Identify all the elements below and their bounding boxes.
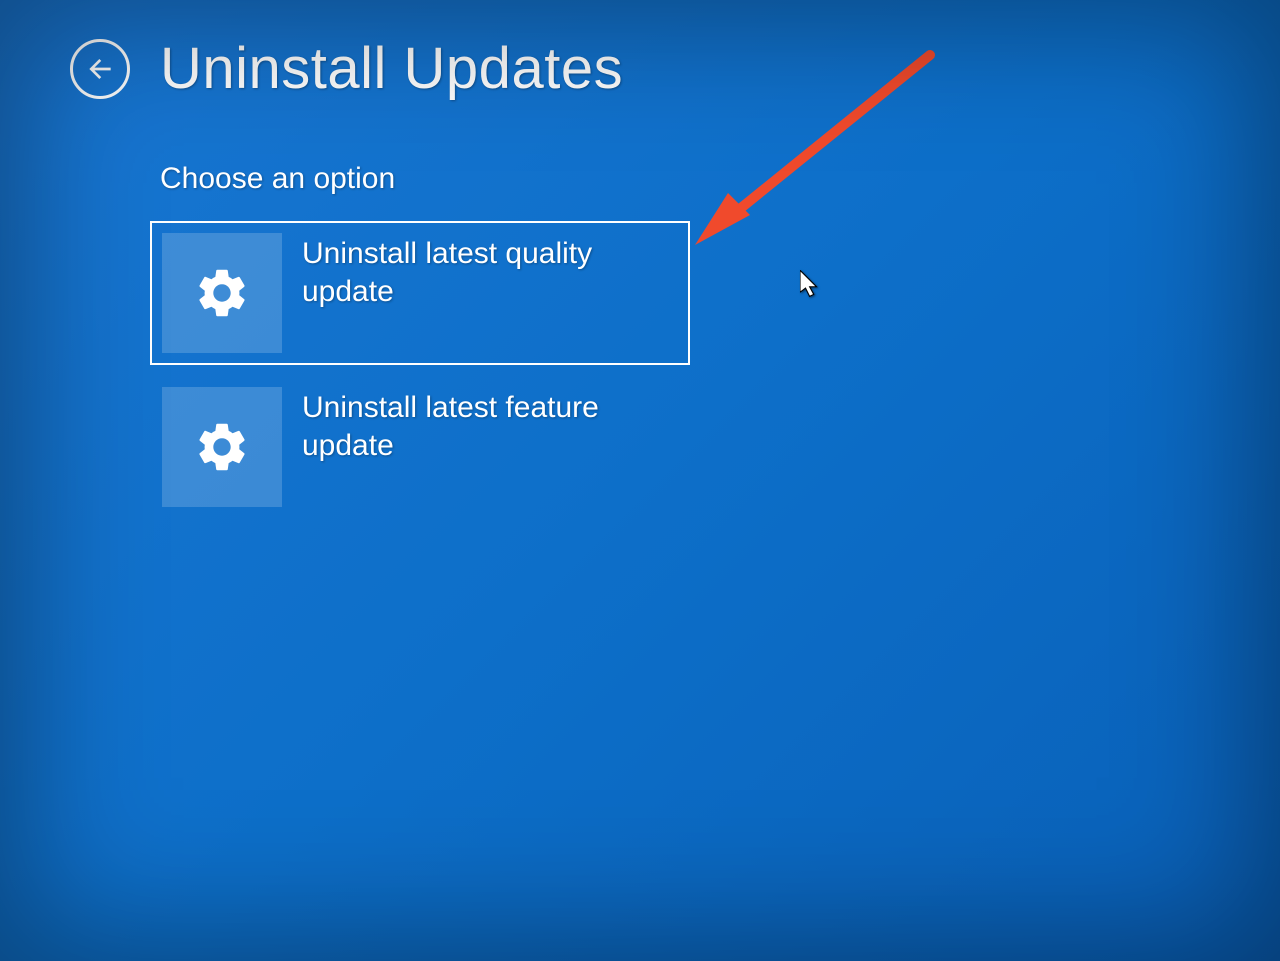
option-label: Uninstall latest quality update xyxy=(302,235,678,310)
gear-icon xyxy=(193,418,251,476)
options-list: Uninstall latest quality update Uninstal… xyxy=(150,221,1280,519)
subtitle: Choose an option xyxy=(160,162,1280,196)
option-uninstall-feature-update[interactable]: Uninstall latest feature update xyxy=(150,375,690,519)
option-uninstall-quality-update[interactable]: Uninstall latest quality update xyxy=(150,221,690,365)
option-icon-box xyxy=(162,387,282,507)
option-label: Uninstall latest feature update xyxy=(302,389,678,464)
option-icon-box xyxy=(162,233,282,353)
back-button[interactable] xyxy=(70,39,130,99)
page-title: Uninstall Updates xyxy=(160,35,623,102)
gear-icon xyxy=(193,264,251,322)
page-header: Uninstall Updates xyxy=(0,0,1280,102)
arrow-left-icon xyxy=(84,53,116,85)
